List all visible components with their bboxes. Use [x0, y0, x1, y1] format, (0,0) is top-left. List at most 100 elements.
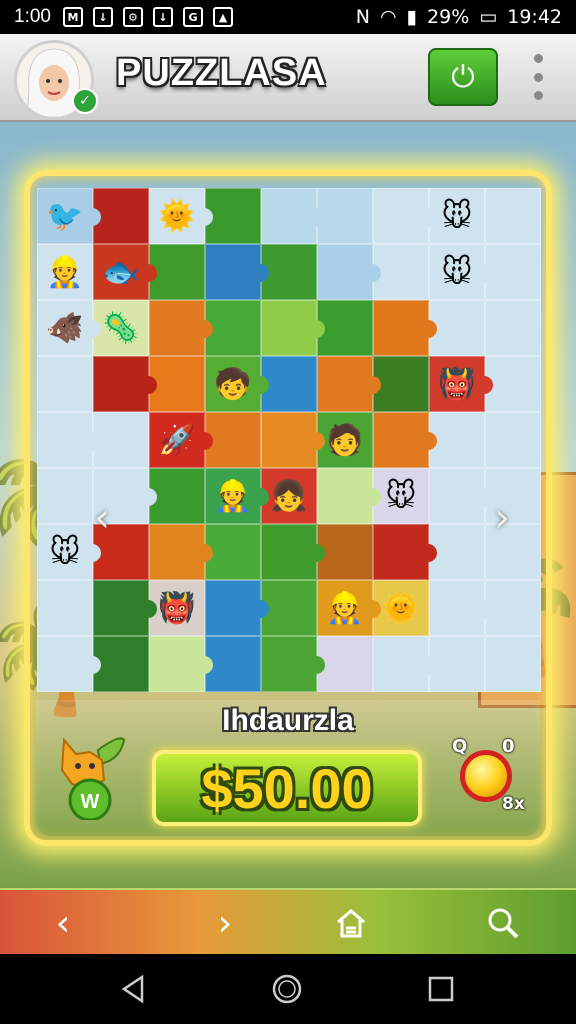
puzzle-piece[interactable]: [485, 188, 541, 244]
puzzle-piece[interactable]: [261, 356, 317, 412]
piece-knob: [139, 488, 157, 506]
puzzle-piece[interactable]: [37, 356, 93, 412]
search-icon[interactable]: [480, 900, 526, 946]
more-menu-icon[interactable]: [528, 54, 548, 100]
puzzle-piece[interactable]: 🧒: [205, 356, 269, 412]
puzzle-piece[interactable]: [317, 356, 381, 412]
puzzle-piece[interactable]: [373, 244, 429, 300]
puzzle-piece[interactable]: [149, 300, 213, 356]
puzzle-piece[interactable]: [37, 412, 101, 468]
puzzle-piece[interactable]: [37, 636, 101, 692]
puzzle-piece[interactable]: [317, 524, 373, 580]
puzzle-piece[interactable]: [37, 580, 93, 636]
piece-knob: [475, 488, 493, 506]
puzzle-piece[interactable]: [261, 636, 325, 692]
puzzle-piece[interactable]: 🚀: [149, 412, 213, 468]
puzzle-piece[interactable]: [485, 580, 541, 636]
puzzle-piece[interactable]: 🐗: [37, 300, 101, 356]
puzzle-piece[interactable]: 👷: [317, 580, 381, 636]
puzzle-piece[interactable]: 👹: [149, 580, 205, 636]
puzzle-piece[interactable]: 🧑: [317, 412, 373, 468]
puzzle-piece[interactable]: [261, 244, 317, 300]
puzzle-piece[interactable]: [37, 468, 93, 524]
puzzle-piece[interactable]: [317, 636, 373, 692]
puzzle-piece[interactable]: [317, 300, 373, 356]
puzzle-piece[interactable]: [149, 468, 205, 524]
puzzle-piece[interactable]: [485, 244, 541, 300]
nav-back-icon[interactable]: [116, 972, 150, 1006]
puzzle-piece[interactable]: 🐭: [37, 524, 101, 580]
puzzle-piece[interactable]: [149, 244, 205, 300]
prev-arrow-icon[interactable]: ‹: [88, 495, 116, 541]
puzzle-piece[interactable]: 🌞: [149, 188, 213, 244]
puzzle-piece[interactable]: [93, 356, 157, 412]
puzzle-piece[interactable]: [485, 412, 541, 468]
puzzle-piece[interactable]: 👷: [37, 244, 93, 300]
character-icon: 🐭: [441, 254, 473, 290]
puzzle-piece[interactable]: [485, 300, 541, 356]
puzzle-piece[interactable]: [429, 580, 493, 636]
next-arrow-icon[interactable]: ›: [488, 495, 516, 541]
puzzle-piece[interactable]: [261, 412, 325, 468]
puzzle-piece[interactable]: [317, 468, 381, 524]
puzzle-piece[interactable]: [205, 188, 261, 244]
puzzle-piece[interactable]: [373, 412, 437, 468]
puzzle-piece[interactable]: [261, 188, 325, 244]
puzzle-piece[interactable]: 🌞: [373, 580, 429, 636]
puzzle-piece[interactable]: [429, 636, 485, 692]
puzzle-piece[interactable]: [261, 580, 317, 636]
puzzle-piece[interactable]: [149, 356, 205, 412]
puzzle-piece[interactable]: 🐭: [429, 244, 493, 300]
piece-knob: [195, 208, 213, 226]
puzzle-piece[interactable]: [429, 300, 485, 356]
puzzle-piece[interactable]: 🐟: [93, 244, 157, 300]
puzzle-piece[interactable]: [93, 580, 157, 636]
puzzle-piece[interactable]: 👧: [261, 468, 317, 524]
puzzle-piece[interactable]: [317, 188, 373, 244]
puzzle-piece[interactable]: 🐦: [37, 188, 101, 244]
power-icon: ⏻: [451, 59, 475, 95]
puzzle-piece[interactable]: 👹: [429, 356, 493, 412]
back-arrow-icon[interactable]: ‹: [40, 900, 86, 946]
puzzle-piece[interactable]: [373, 636, 437, 692]
power-button[interactable]: ⏻: [428, 48, 498, 106]
puzzle-piece[interactable]: [429, 412, 485, 468]
puzzle-piece[interactable]: [373, 524, 437, 580]
nav-recents-icon[interactable]: [424, 972, 458, 1006]
puzzle-piece[interactable]: 🦠: [93, 300, 149, 356]
puzzle-piece[interactable]: [485, 356, 541, 412]
puzzle-piece[interactable]: [317, 244, 381, 300]
puzzle-piece[interactable]: [373, 188, 437, 244]
character-icon: 🐟: [102, 254, 140, 290]
puzzle-piece[interactable]: 🐭: [429, 188, 485, 244]
character-icon: 🧑: [326, 422, 364, 458]
puzzle-piece[interactable]: 🐭: [373, 468, 429, 524]
puzzle-piece[interactable]: [205, 300, 261, 356]
puzzle-piece[interactable]: [93, 636, 149, 692]
puzzle-piece[interactable]: [205, 412, 261, 468]
puzzle-piece[interactable]: [149, 524, 213, 580]
puzzle-piece[interactable]: [205, 636, 261, 692]
puzzle-piece[interactable]: [373, 356, 429, 412]
puzzle-piece[interactable]: [485, 636, 541, 692]
puzzle-piece[interactable]: [261, 300, 325, 356]
forward-arrow-icon[interactable]: ›: [202, 900, 248, 946]
character-icon: 🐗: [46, 310, 84, 346]
puzzle-piece[interactable]: [93, 188, 149, 244]
puzzle-piece[interactable]: [429, 524, 485, 580]
home-icon[interactable]: [328, 900, 374, 946]
app-title: PUZZLASA: [116, 52, 327, 94]
puzzle-board[interactable]: 🐦 🌞 🐭 👷 🐟 🐭 🐗 🦠 🧒 👹 🚀 🧑 👷 👧 🐭 🐭 👹 👷 🌞: [37, 188, 541, 692]
puzzle-piece[interactable]: 👷: [205, 468, 269, 524]
nav-home-icon[interactable]: [270, 972, 304, 1006]
puzzle-piece[interactable]: [373, 300, 437, 356]
puzzle-piece[interactable]: [205, 524, 261, 580]
piece-knob: [139, 376, 157, 394]
puzzle-piece[interactable]: [205, 244, 269, 300]
puzzle-piece[interactable]: [205, 580, 269, 636]
prize-amount-button[interactable]: $50.00: [152, 750, 422, 826]
puzzle-piece[interactable]: [149, 636, 213, 692]
puzzle-piece[interactable]: [429, 468, 493, 524]
puzzle-piece[interactable]: [261, 524, 325, 580]
puzzle-piece[interactable]: [93, 412, 149, 468]
